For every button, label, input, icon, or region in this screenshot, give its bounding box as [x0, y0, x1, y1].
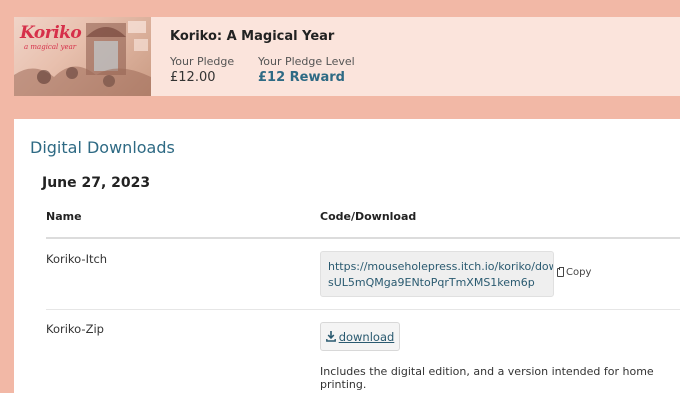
row-divider	[46, 309, 680, 310]
row-name-koriko-zip: Koriko-Zip	[46, 322, 104, 336]
project-title[interactable]: Koriko: A Magical Year	[170, 29, 334, 44]
your-pledge-label: Your Pledge	[170, 55, 235, 68]
row-name-koriko-itch: Koriko-Itch	[46, 252, 108, 266]
cover-logo: Koriko	[20, 23, 82, 43]
redeem-code-line-1: https://mouseholepress.itch.io/koriko/do…	[328, 260, 554, 273]
pledge-level-label: Your Pledge Level	[258, 55, 355, 68]
download-date: June 27, 2023	[42, 175, 151, 191]
column-header-name: Name	[46, 210, 82, 223]
column-header-code-download: Code/Download	[320, 210, 417, 223]
clipboard-icon	[557, 267, 564, 277]
section-title: Digital Downloads	[30, 138, 175, 157]
digital-downloads-card: Digital Downloads June 27, 2023 Name Cod…	[14, 119, 680, 393]
pledge-header: Koriko a magical year Koriko: A Magical …	[14, 17, 680, 96]
your-pledge-value: £12.00	[170, 70, 216, 85]
download-label: download	[338, 329, 395, 344]
redeem-code-box[interactable]: https://mouseholepress.itch.io/koriko/do…	[320, 251, 554, 297]
redeem-code-line-2: sUL5mQMga9ENtoPqrTmXMS1kem6p	[328, 276, 535, 289]
download-icon	[325, 331, 336, 342]
cover-image[interactable]: Koriko a magical year	[14, 17, 151, 96]
download-button[interactable]: download	[320, 322, 400, 351]
download-description: Includes the digital edition, and a vers…	[320, 365, 654, 391]
copy-label: Copy	[566, 267, 592, 278]
cover-subtitle: a magical year	[24, 43, 77, 51]
header-divider	[46, 237, 680, 239]
pledge-level-value: £12 Reward	[258, 70, 345, 85]
copy-button[interactable]: Copy	[557, 267, 591, 278]
